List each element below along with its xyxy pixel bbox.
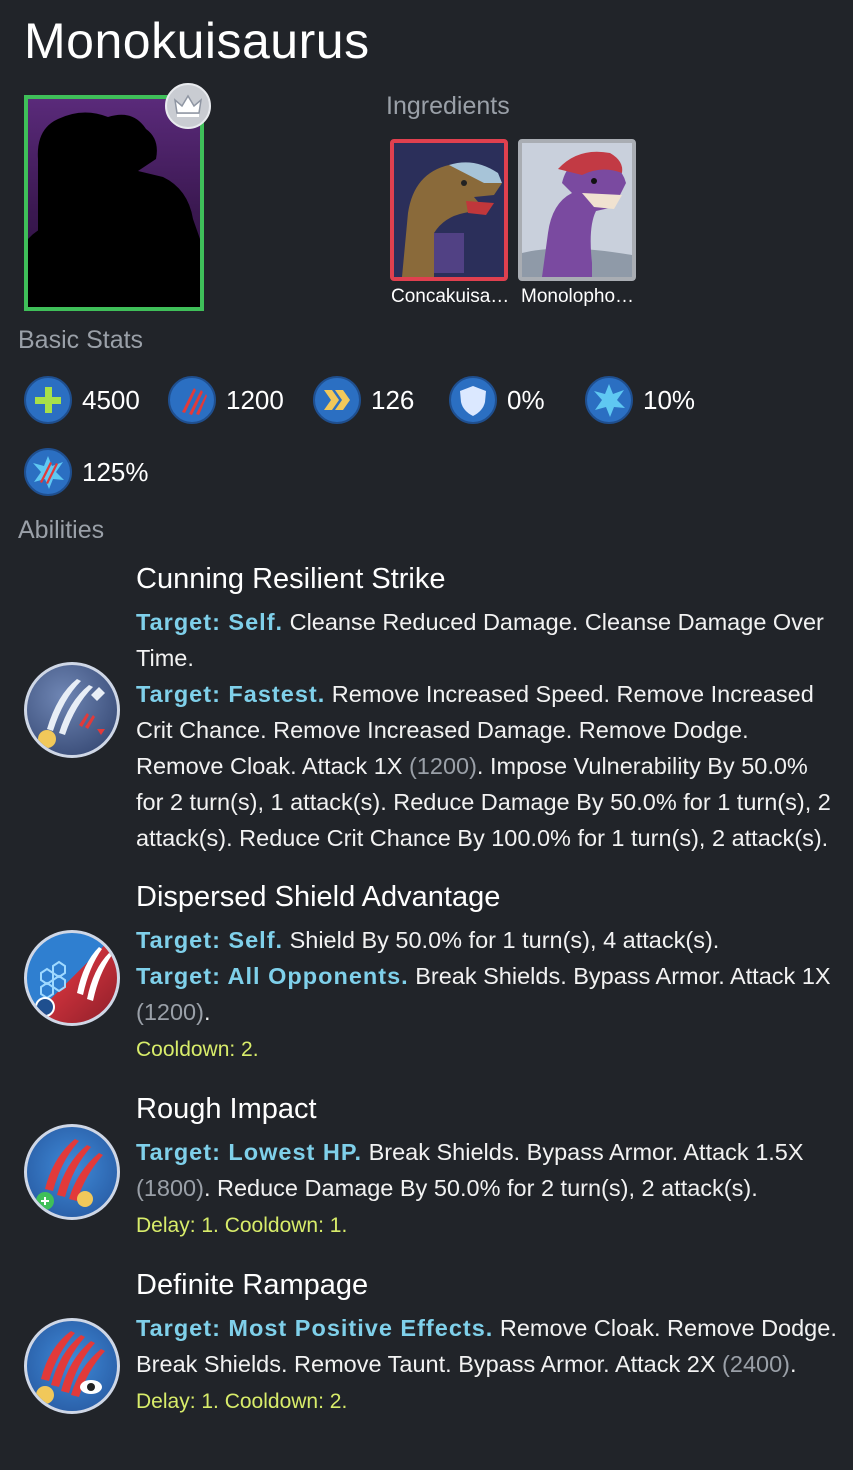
stat-crit-damage-value: 125% — [82, 456, 149, 487]
stat-speed: 126 — [313, 375, 414, 425]
ability-target: Target: Self. — [136, 927, 284, 953]
ability-name: Rough Impact — [136, 1093, 317, 1125]
stat-health: 4500 — [24, 375, 140, 425]
ingredient-card-concakuisaurus[interactable] — [390, 139, 508, 281]
ingredient-card-monolophosaurus[interactable] — [518, 139, 636, 281]
stat-crit-chance-value: 10% — [643, 384, 696, 415]
stat-armor-value: 0% — [507, 384, 545, 415]
stat-health-value: 4500 — [82, 384, 140, 415]
stat-damage-value: 1200 — [226, 384, 284, 415]
definite-rampage-icon[interactable] — [24, 1318, 120, 1414]
stat-crit-chance: 10% — [585, 375, 695, 425]
ability-description: Target: Self. Shield By 50.0% for 1 turn… — [136, 922, 841, 958]
ingredient-name-1: Concakuisa… — [391, 286, 510, 307]
ability-damage: (1200) — [408, 753, 477, 779]
creature-name: Monokuisaurus — [24, 13, 370, 69]
armor-icon — [449, 376, 497, 424]
ability-rough-impact: Rough Impact Target: Lowest HP. Break Sh… — [136, 1092, 841, 1244]
ability-dispersed-shield-advantage: Dispersed Shield Advantage Target: Self.… — [136, 880, 841, 1068]
ability-target: Target: Self. — [136, 609, 284, 635]
ability-cooldown: Cooldown: 2. — [136, 1038, 259, 1061]
ability-description: Target: Self. Cleanse Reduced Damage. Cl… — [136, 604, 841, 676]
ability-target: Target: Fastest. — [136, 681, 326, 707]
silhouette-image — [28, 112, 200, 307]
ability-cooldown: Delay: 1. Cooldown: 2. — [136, 1390, 348, 1413]
speed-icon — [313, 376, 361, 424]
crown-badge-icon — [165, 83, 211, 129]
health-icon — [24, 376, 72, 424]
monolophosaurus-image — [522, 143, 632, 277]
ability-damage: (1800) — [136, 1175, 204, 1201]
crit-chance-icon — [585, 376, 633, 424]
stat-speed-value: 126 — [371, 384, 415, 415]
abilities-label: Abilities — [18, 516, 105, 544]
ability-target: Target: All Opponents. — [136, 963, 409, 989]
ability-name: Dispersed Shield Advantage — [136, 881, 501, 913]
ingredient-name-2: Monolopho… — [521, 286, 635, 307]
ability-damage: (1200) — [136, 999, 204, 1025]
stat-armor: 0% — [449, 375, 545, 425]
rough-impact-icon[interactable] — [24, 1124, 120, 1220]
cunning-resilient-strike-icon[interactable] — [24, 662, 120, 758]
ingredients-label: Ingredients — [386, 92, 510, 120]
concakuisaurus-image — [394, 143, 504, 277]
stat-damage: 1200 — [168, 375, 284, 425]
ability-name: Definite Rampage — [136, 1269, 369, 1301]
ability-target: Target: Lowest HP. — [136, 1139, 363, 1165]
dispersed-shield-advantage-icon[interactable] — [24, 930, 120, 1026]
ability-description: Target: Most Positive Effects. Remove Cl… — [136, 1310, 841, 1382]
damage-icon — [168, 376, 216, 424]
ability-effect-text: . — [203, 999, 211, 1025]
stat-crit-damage: 125% — [24, 447, 149, 497]
ability-description: Target: All Opponents. Break Shields. By… — [136, 958, 841, 1030]
ability-definite-rampage: Definite Rampage Target: Most Positive E… — [136, 1268, 841, 1420]
basic-stats-label: Basic Stats — [18, 326, 144, 354]
ability-cunning-resilient-strike: Cunning Resilient Strike Target: Self. C… — [136, 562, 841, 856]
ability-cooldown: Delay: 1. Cooldown: 1. — [136, 1214, 348, 1237]
ability-effect-text: . Reduce Damage By 50.0% for 2 turn(s), … — [203, 1175, 758, 1201]
ability-target: Target: Most Positive Effects. — [136, 1315, 494, 1341]
ability-name: Cunning Resilient Strike — [136, 563, 446, 595]
crit-damage-icon — [24, 448, 72, 496]
ability-effect-text: Break Shields. Bypass Armor. Attack 1X — [408, 963, 831, 989]
ability-description: Target: Lowest HP. Break Shields. Bypass… — [136, 1134, 841, 1206]
ability-effect-text: . — [789, 1351, 797, 1377]
ability-effect-text: Break Shields. Bypass Armor. Attack 1.5X — [362, 1139, 804, 1165]
ability-effect-text: Shield By 50.0% for 1 turn(s), 4 attack(… — [283, 927, 720, 953]
ability-damage: (2400) — [722, 1351, 790, 1377]
ability-description: Target: Fastest. Remove Increased Speed.… — [136, 676, 841, 856]
